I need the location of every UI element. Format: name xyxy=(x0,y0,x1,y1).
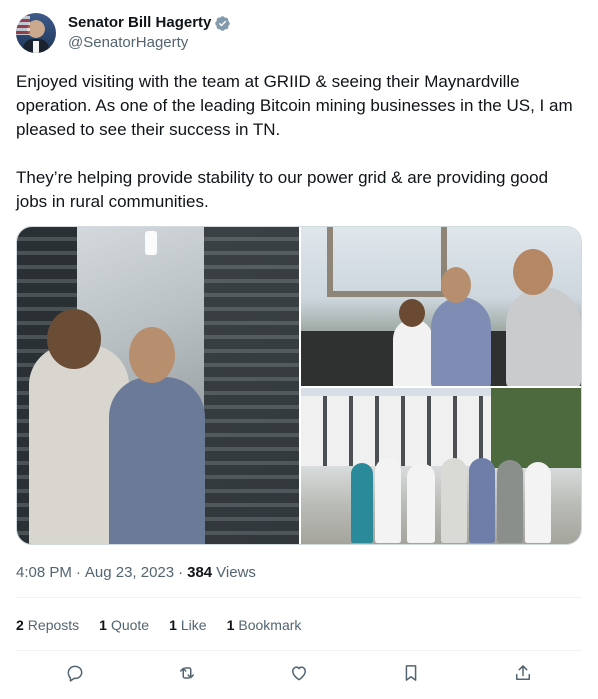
photo-column-right xyxy=(301,227,581,544)
photo-outdoor-conversation[interactable] xyxy=(301,227,581,386)
tree-line xyxy=(491,388,581,468)
bookmark-button[interactable] xyxy=(400,662,422,684)
person-striped-shirt xyxy=(506,287,581,386)
meta-separator: · xyxy=(75,564,81,581)
divider-bottom xyxy=(16,650,582,651)
flag-decoration xyxy=(16,13,30,35)
action-bar xyxy=(16,662,582,684)
author-handle[interactable]: @SenatorHagerty xyxy=(68,33,231,53)
person-plaid-shirt xyxy=(431,297,491,386)
repost-icon xyxy=(180,667,194,679)
author-names: Senator Bill Hagerty @SenatorHagerty xyxy=(68,13,231,53)
ceiling-light xyxy=(145,231,157,255)
bookmarks-label: Bookmark xyxy=(238,617,302,633)
group-person-6 xyxy=(497,460,523,543)
group-person-1 xyxy=(351,463,373,543)
repost-button[interactable] xyxy=(176,662,198,684)
reposts-label: Reposts xyxy=(27,617,80,633)
person-center-head xyxy=(129,327,175,383)
quotes-count: 1 xyxy=(99,617,107,633)
reposts-stat[interactable]: 2 Reposts xyxy=(16,615,79,635)
media-grid xyxy=(16,226,582,545)
avatar[interactable] xyxy=(16,13,56,53)
quotes-stat[interactable]: 1 Quote xyxy=(99,615,149,635)
group-person-4 xyxy=(441,458,467,543)
tweet-header: Senator Bill Hagerty @SenatorHagerty xyxy=(16,12,231,54)
display-name[interactable]: Senator Bill Hagerty xyxy=(68,13,211,33)
divider-top xyxy=(16,597,582,598)
group-person-7 xyxy=(525,462,551,543)
reply-button[interactable] xyxy=(64,662,86,684)
tweet-meta: 4:08 PM · Aug 23, 2023 · 384 Views xyxy=(16,563,256,583)
meta-separator: · xyxy=(178,564,184,581)
tweet-time[interactable]: 4:08 PM xyxy=(16,563,72,583)
person-white-shirt xyxy=(393,319,433,386)
avatar-shirt xyxy=(33,41,39,53)
reposts-count: 2 xyxy=(16,617,24,633)
photo-server-room[interactable] xyxy=(17,227,299,544)
tweet-text: Enjoyed visiting with the team at GRIID … xyxy=(16,72,573,211)
likes-label: Like xyxy=(180,617,207,633)
views-label: Views xyxy=(216,564,256,581)
share-button[interactable] xyxy=(512,662,534,684)
photo-group[interactable] xyxy=(301,388,581,544)
person-white-shirt-head xyxy=(399,299,425,327)
server-rack-right xyxy=(204,227,299,544)
tweet-date[interactable]: Aug 23, 2023 xyxy=(85,563,174,583)
person-center xyxy=(109,377,205,544)
share-icon xyxy=(516,665,530,680)
person-striped-shirt-head xyxy=(513,249,553,295)
reply-icon xyxy=(67,665,83,682)
display-name-row: Senator Bill Hagerty xyxy=(68,13,231,33)
group-person-3 xyxy=(407,463,435,543)
group-person-2 xyxy=(375,458,401,543)
bookmarks-stat[interactable]: 1 Bookmark xyxy=(227,615,302,635)
likes-stat[interactable]: 1 Like xyxy=(169,615,206,635)
like-button[interactable] xyxy=(288,662,310,684)
person-plaid-shirt-head xyxy=(441,267,471,303)
likes-count: 1 xyxy=(169,617,177,633)
person-left-head xyxy=(47,309,101,369)
group-person-5 xyxy=(469,458,495,543)
stairway-structure xyxy=(327,227,447,297)
bookmark-icon xyxy=(405,665,417,681)
views-count: 384 xyxy=(187,564,213,581)
quotes-label: Quote xyxy=(110,617,150,633)
mining-containers xyxy=(301,396,491,466)
verified-gray-icon[interactable] xyxy=(214,15,231,32)
engagement-stats: 2 Reposts 1 Quote 1 Like 1 Bookmark xyxy=(16,615,321,635)
bookmarks-count: 1 xyxy=(226,617,235,633)
like-icon xyxy=(292,666,306,681)
